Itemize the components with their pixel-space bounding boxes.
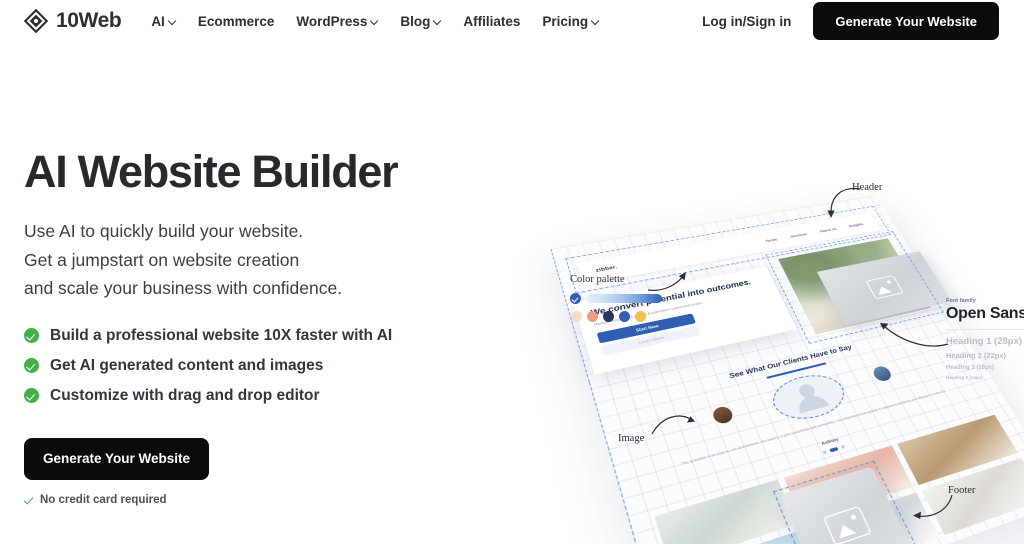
- nav-label: Ecommerce: [197, 13, 275, 29]
- palette-swatch[interactable]: [587, 311, 598, 322]
- nav-item-pricing[interactable]: Pricing: [542, 14, 599, 29]
- palette-accent-row: [570, 293, 662, 304]
- check-circle-icon: [24, 388, 39, 404]
- list-item: Customize with drag and drop editor: [24, 387, 494, 405]
- hero-subtitle-line: and scale your business with confidence.: [24, 278, 343, 299]
- color-palette-widget[interactable]: [570, 293, 662, 322]
- hero-subtitle: Use AI to quickly build your website. Ge…: [24, 217, 494, 303]
- font-family-value: Open Sans: [946, 305, 1024, 322]
- generate-website-hero-button[interactable]: Generate Your Website: [24, 437, 209, 480]
- check-circle-icon: [570, 293, 581, 304]
- feature-label: Get AI generated content and images: [50, 356, 324, 374]
- palette-swatch[interactable]: [603, 311, 614, 322]
- annotation-image-label: Image: [618, 433, 645, 444]
- feature-label: Customize with drag and drop editor: [50, 386, 320, 404]
- nav-label: WordPress: [296, 13, 368, 29]
- annotation-image-arrow: [651, 415, 695, 435]
- heading-scale-item: Heading 4 (14px): [946, 375, 983, 381]
- nav-label: Affiliates: [463, 13, 521, 29]
- chevron-down-icon: [592, 17, 599, 24]
- site-header: 10Web AI Ecommerce WordPress Blog Affili…: [0, 0, 1024, 42]
- nav-item-ai[interactable]: AI: [151, 14, 176, 29]
- nav-item-ecommerce[interactable]: Ecommerce: [198, 14, 275, 29]
- brand-name: 10Web: [56, 9, 122, 32]
- palette-swatch-row: [570, 311, 662, 322]
- font-family-label: Font family: [946, 298, 976, 304]
- header-actions: Log in/Sign in Generate Your Website: [702, 2, 999, 40]
- feature-label: Build a professional website 10X faster …: [50, 326, 393, 344]
- heading-scale-item: Heading 3 (18px): [946, 364, 995, 371]
- typography-widget: Font family Open Sans Heading 1 (28px) H…: [946, 298, 1024, 381]
- check-circle-icon: [24, 358, 39, 374]
- generate-website-header-button[interactable]: Generate Your Website: [813, 2, 999, 40]
- login-link[interactable]: Log in/Sign in: [702, 14, 791, 29]
- palette-gradient-bar[interactable]: [587, 294, 662, 303]
- nav-item-affiliates[interactable]: Affiliates: [463, 14, 520, 29]
- hero-subtitle-line: Use AI to quickly build your website.: [24, 221, 304, 242]
- nav-label: Pricing: [542, 13, 589, 29]
- feature-list: Build a professional website 10X faster …: [24, 327, 494, 405]
- check-circle-icon: [24, 328, 39, 344]
- chevron-down-icon: [371, 17, 378, 24]
- nav-label: Blog: [400, 13, 431, 29]
- list-item: Get AI generated content and images: [24, 357, 494, 375]
- no-credit-card-note: No credit card required: [24, 494, 494, 506]
- page-title: AI Website Builder: [24, 146, 399, 197]
- annotation-header-arrow: [827, 187, 861, 218]
- palette-swatch[interactable]: [635, 311, 646, 322]
- annotation-color-palette-label: Color palette: [570, 274, 625, 285]
- diamond-logo-icon: [23, 8, 49, 34]
- heading-scale-item: Heading 2 (22px): [946, 350, 1007, 360]
- check-icon: [24, 495, 34, 505]
- hero-section: AI Website Builder Use AI to quickly bui…: [24, 148, 494, 506]
- mock-nav-item: Home: [764, 236, 778, 243]
- hero-subtitle-line: Get a jumpstart on website creation: [24, 249, 300, 270]
- palette-swatch[interactable]: [619, 311, 630, 322]
- mock-nav-item: Services: [789, 231, 808, 239]
- mock-logo: zibber.: [595, 264, 619, 274]
- nav-label: AI: [151, 13, 165, 29]
- mock-nav-item: About us: [818, 226, 838, 233]
- no-credit-card-label: No credit card required: [40, 493, 167, 506]
- website-mockup-stage: zibber. Home Services About us Insights …: [550, 190, 1024, 544]
- builder-preview-illustration: zibber. Home Services About us Insights …: [550, 170, 1024, 544]
- list-item: Build a professional website 10X faster …: [24, 327, 494, 345]
- palette-swatch[interactable]: [571, 311, 582, 322]
- chevron-down-icon: [169, 17, 176, 24]
- annotation-font-arrow: [880, 323, 949, 347]
- nav-item-blog[interactable]: Blog: [400, 14, 441, 29]
- nav-item-wordpress[interactable]: WordPress: [296, 14, 378, 29]
- annotation-footer-arrow: [913, 494, 953, 519]
- divider: [946, 329, 1024, 330]
- chevron-down-icon: [434, 17, 441, 24]
- heading-scale-item: Heading 1 (28px): [946, 336, 1023, 347]
- brand-logo[interactable]: 10Web: [23, 8, 122, 34]
- main-nav: AI Ecommerce WordPress Blog Affiliates P…: [151, 14, 599, 29]
